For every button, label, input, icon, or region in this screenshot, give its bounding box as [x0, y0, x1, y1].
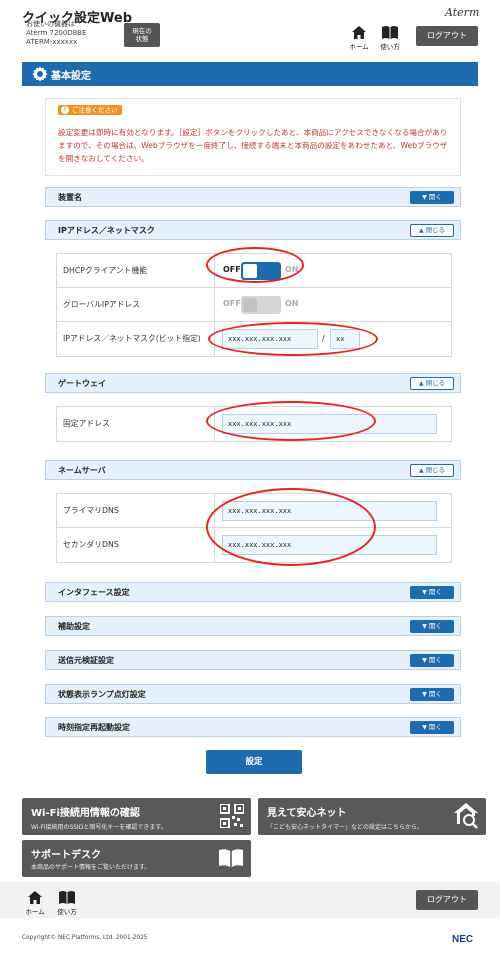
- notice-badge: ! ご注意ください: [58, 105, 122, 115]
- section-auxiliary[interactable]: 補助設定 ▼ 開く: [45, 616, 461, 636]
- notice-box: ! ご注意ください 設定変更は即時に有効となります。［設定］ボタンをクリックした…: [45, 98, 461, 176]
- qr-code-icon: [220, 804, 244, 828]
- secondary-dns-input[interactable]: xxx.xxx.xxx.xxx: [222, 535, 437, 555]
- dns-table: プライマリDNS xxx.xxx.xxx.xxx セカンダリDNS xxx.xx…: [56, 493, 452, 563]
- settings-button[interactable]: 設定: [206, 750, 302, 774]
- toggle-on-label: ON: [285, 299, 299, 308]
- open-button[interactable]: ▼ 開く: [410, 191, 454, 204]
- help-button[interactable]: 使い方: [377, 25, 403, 51]
- open-button[interactable]: ▼ 開く: [410, 620, 454, 633]
- open-button[interactable]: ▼ 開く: [410, 586, 454, 599]
- secondary-dns-label: セカンダリDNS: [57, 528, 215, 562]
- table-row: DHCPクライアント機能 OFF ON: [57, 254, 451, 288]
- section-source-check[interactable]: 送信元検証設定 ▼ 開く: [45, 650, 461, 670]
- footer-bar: ホーム 使い方 ログアウト: [0, 882, 500, 918]
- chevron-down-icon: ▼: [422, 589, 427, 596]
- gear-icon: [32, 66, 48, 82]
- toggle-off-label: OFF: [223, 265, 241, 274]
- home-search-icon: [454, 803, 478, 829]
- page-title: 基本設定: [51, 71, 91, 82]
- support-desk-tile[interactable]: サポートデスク 本商品のサポート情報をご覧いただけます。: [22, 840, 251, 877]
- primary-dns-label: プライマリDNS: [57, 494, 215, 527]
- chevron-up-icon: ▲: [418, 380, 424, 387]
- chevron-up-icon: ▲: [418, 467, 424, 474]
- header: クイック設定Web お使いの機器は Aterm 7200D8BE ATERM-x…: [0, 0, 500, 60]
- device-id: ATERM-xxxxxx: [26, 38, 78, 46]
- wifi-info-tile[interactable]: Wi-Fi接続用情報の確認 Wi-Fi接続用のSSIDと暗号化キーを確認できます…: [22, 798, 251, 835]
- safety-net-tile[interactable]: 見えて安心ネット 「こども安心ネットタイマー」などの設定はこちらから。: [258, 798, 486, 835]
- warning-icon: !: [61, 106, 69, 114]
- copyright: Copyright© NEC Platforms, Ltd. 2001-2025: [22, 935, 148, 941]
- table-row: セカンダリDNS xxx.xxx.xxx.xxx: [57, 528, 451, 562]
- open-button[interactable]: ▼ 開く: [410, 654, 454, 667]
- mask-separator: /: [322, 334, 325, 343]
- section-name-server[interactable]: ネームサーバ ▲ 閉じる: [45, 460, 461, 480]
- chevron-down-icon: ▼: [422, 724, 427, 731]
- nec-logo: NEC: [452, 934, 474, 945]
- close-button[interactable]: ▲ 閉じる: [410, 377, 454, 390]
- close-button[interactable]: ▲ 閉じる: [410, 464, 454, 477]
- close-button[interactable]: ▲ 閉じる: [410, 224, 454, 237]
- book-icon: [59, 891, 75, 904]
- chevron-down-icon: ▼: [422, 657, 427, 664]
- gateway-table: 固定アドレス xxx.xxx.xxx.xxx: [56, 406, 452, 442]
- aterm-logo: Aterm: [445, 6, 480, 19]
- table-row: グローバルIPアドレス OFF ON: [57, 288, 451, 322]
- section-device-name[interactable]: 装置名 ▼ 開く: [45, 187, 461, 207]
- chevron-down-icon: ▼: [422, 623, 427, 630]
- section-interface[interactable]: インタフェース設定 ▼ 開く: [45, 582, 461, 602]
- section-scheduled-reboot[interactable]: 時刻指定再起動設定 ▼ 開く: [45, 717, 461, 737]
- dhcp-client-label: DHCPクライアント機能: [57, 254, 215, 287]
- current-status-button[interactable]: 現在の 状態: [124, 23, 160, 47]
- chevron-down-icon: ▼: [422, 691, 427, 698]
- open-button[interactable]: ▼ 開く: [410, 721, 454, 734]
- device-model: Aterm 7200D8BE: [26, 29, 87, 37]
- logout-button[interactable]: ログアウト: [416, 26, 478, 46]
- book-icon: [219, 849, 243, 867]
- chevron-down-icon: ▼: [422, 194, 427, 201]
- main-title-bar: 基本設定: [22, 62, 478, 86]
- section-gateway[interactable]: ゲートウェイ ▲ 閉じる: [45, 373, 461, 393]
- toggle-off-label: OFF: [223, 299, 241, 308]
- primary-dns-input[interactable]: xxx.xxx.xxx.xxx: [222, 501, 437, 521]
- home-icon: [352, 26, 366, 39]
- footer-home-button[interactable]: ホーム: [22, 890, 48, 916]
- section-ip-netmask[interactable]: IPアドレス／ネットマスク ▲ 閉じる: [45, 220, 461, 240]
- table-row: IPアドレス／ネットマスク(ビット指定) xxx.xxx.xxx.xxx / x…: [57, 322, 451, 356]
- dhcp-toggle[interactable]: [241, 262, 281, 280]
- gateway-address-input[interactable]: xxx.xxx.xxx.xxx: [222, 414, 437, 434]
- footer-help-button[interactable]: 使い方: [54, 890, 80, 916]
- home-icon: [28, 891, 42, 904]
- open-button[interactable]: ▼ 開く: [410, 688, 454, 701]
- netmask-input[interactable]: xx: [330, 329, 360, 349]
- chevron-up-icon: ▲: [418, 227, 424, 234]
- table-row: 固定アドレス xxx.xxx.xxx.xxx: [57, 407, 451, 441]
- fixed-address-label: 固定アドレス: [57, 407, 215, 441]
- table-row: プライマリDNS xxx.xxx.xxx.xxx: [57, 494, 451, 528]
- toggle-on-label: ON: [285, 265, 299, 274]
- ip-address-input[interactable]: xxx.xxx.xxx.xxx: [222, 329, 318, 349]
- ip-settings-table: DHCPクライアント機能 OFF ON グローバルIPアドレス OFF ON I…: [56, 253, 452, 357]
- notice-text: 設定変更は即時に有効となります。［設定］ボタンをクリックしたあと、本商品にアクセ…: [58, 128, 448, 163]
- home-button[interactable]: ホーム: [346, 25, 372, 51]
- book-icon: [382, 26, 398, 39]
- global-ip-label: グローバルIPアドレス: [57, 288, 215, 321]
- footer-logout-button[interactable]: ログアウト: [416, 890, 478, 910]
- global-ip-toggle[interactable]: [241, 296, 281, 314]
- section-lamp[interactable]: 状態表示ランプ点灯設定 ▼ 開く: [45, 684, 461, 704]
- ip-netmask-label: IPアドレス／ネットマスク(ビット指定): [57, 322, 215, 356]
- device-label: お使いの機器は: [26, 20, 75, 28]
